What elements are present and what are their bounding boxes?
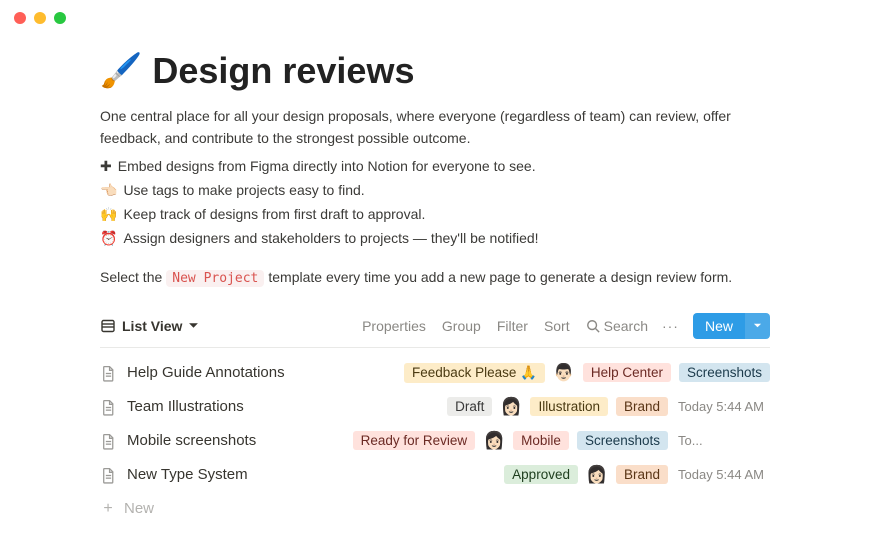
tag-badge: Illustration <box>530 397 608 416</box>
filter-button[interactable]: Filter <box>497 318 528 334</box>
window-close-icon[interactable] <box>14 12 26 24</box>
group-button[interactable]: Group <box>442 318 481 334</box>
bullet-text: Embed designs from Figma directly into N… <box>118 155 536 179</box>
document-icon <box>100 399 117 416</box>
tag-badge: Mobile <box>513 431 569 450</box>
bullet-icon: ✚ <box>100 155 112 179</box>
view-toolbar: List View Properties Group Filter Sort S… <box>100 313 770 348</box>
chevron-down-icon <box>188 320 199 331</box>
bullet-line: 👈🏻Use tags to make projects easy to find… <box>100 179 770 203</box>
search-icon <box>586 319 600 333</box>
bullet-line: 🙌Keep track of designs from first draft … <box>100 203 770 227</box>
item-title: Team Illustrations <box>127 398 244 415</box>
search-label: Search <box>604 318 648 334</box>
status-badge: Ready for Review <box>353 431 476 450</box>
status-badge: Feedback Please 🙏 <box>404 363 545 383</box>
document-icon <box>100 467 117 484</box>
list-item[interactable]: Team Illustrations Draft 👩🏻 Illustration Bra… <box>100 390 770 424</box>
item-title: New Type System <box>127 466 248 483</box>
bullet-line: ✚Embed designs from Figma directly into … <box>100 155 770 179</box>
tag-badge: Screenshots <box>679 363 770 382</box>
window-minimize-icon[interactable] <box>34 12 46 24</box>
page-description: One central place for all your design pr… <box>100 106 770 149</box>
item-timestamp: Today 5:44 AM <box>678 399 770 414</box>
view-selector[interactable]: List View <box>100 318 199 334</box>
status-badge: Approved <box>504 465 578 484</box>
tag-badge: Brand <box>616 465 668 484</box>
template-instruction-prefix: Select the <box>100 269 162 285</box>
tag-badge: Screenshots <box>577 431 668 450</box>
document-icon <box>100 433 117 450</box>
sort-button[interactable]: Sort <box>544 318 570 334</box>
template-instruction-suffix: template every time you add a new page t… <box>268 269 732 285</box>
item-title: Mobile screenshots <box>127 432 256 449</box>
avatar: 👩🏻 <box>586 465 608 485</box>
new-project-chip: New Project <box>166 270 264 287</box>
bullet-text: Assign designers and stakeholders to pro… <box>123 227 538 251</box>
window-controls <box>0 0 870 36</box>
bullet-list: ✚Embed designs from Figma directly into … <box>100 155 770 250</box>
item-pills: Draft 👩🏻 Illustration Brand <box>447 397 668 417</box>
bullet-text: Use tags to make projects easy to find. <box>123 179 364 203</box>
avatar: 👩🏻 <box>483 431 505 451</box>
item-timestamp: Today 5:44 AM <box>678 467 770 482</box>
new-row-button[interactable]: + New <box>100 492 770 526</box>
status-badge: Draft <box>447 397 492 416</box>
view-label: List View <box>122 318 182 334</box>
tag-badge: Help Center <box>583 363 671 382</box>
item-pills: Feedback Please 🙏 👨🏻 Help Center Screenshot… <box>404 363 770 383</box>
bullet-icon: 👈🏻 <box>100 179 117 203</box>
bullet-icon: ⏰ <box>100 227 117 251</box>
item-timestamp: To... <box>678 433 770 448</box>
new-button-dropdown[interactable] <box>745 313 770 339</box>
search-button[interactable]: Search <box>586 318 648 334</box>
list-item[interactable]: Help Guide Annotations Feedback Please 🙏 👨… <box>100 356 770 390</box>
template-instruction: Select the New Project template every ti… <box>100 269 770 287</box>
list-item[interactable]: New Type System Approved 👩🏻 Brand Today 5:44… <box>100 458 770 492</box>
item-pills: Approved 👩🏻 Brand <box>504 465 668 485</box>
bullet-icon: 🙌 <box>100 203 117 227</box>
document-icon <box>100 365 117 382</box>
bullet-text: Keep track of designs from first draft t… <box>123 203 425 227</box>
chevron-down-icon <box>753 321 762 330</box>
new-row-label: New <box>124 500 154 517</box>
list-icon <box>100 318 116 334</box>
list-item[interactable]: Mobile screenshots Ready for Review 👩🏻 Mobi… <box>100 424 770 458</box>
avatar: 👨🏻 <box>553 363 575 383</box>
window-zoom-icon[interactable] <box>54 12 66 24</box>
page-icon: 🖌️ <box>100 51 142 91</box>
plus-icon: + <box>100 500 116 518</box>
new-button[interactable]: New <box>693 313 745 339</box>
page-title: Design reviews <box>152 50 414 92</box>
bullet-line: ⏰Assign designers and stakeholders to pr… <box>100 227 770 251</box>
item-pills: Ready for Review 👩🏻 Mobile Screenshots <box>353 431 668 451</box>
tag-badge: Brand <box>616 397 668 416</box>
properties-button[interactable]: Properties <box>362 318 426 334</box>
item-title: Help Guide Annotations <box>127 364 285 381</box>
item-list: Help Guide Annotations Feedback Please 🙏 👨… <box>100 356 770 492</box>
more-button[interactable]: ··· <box>662 318 679 334</box>
avatar: 👩🏻 <box>500 397 522 417</box>
